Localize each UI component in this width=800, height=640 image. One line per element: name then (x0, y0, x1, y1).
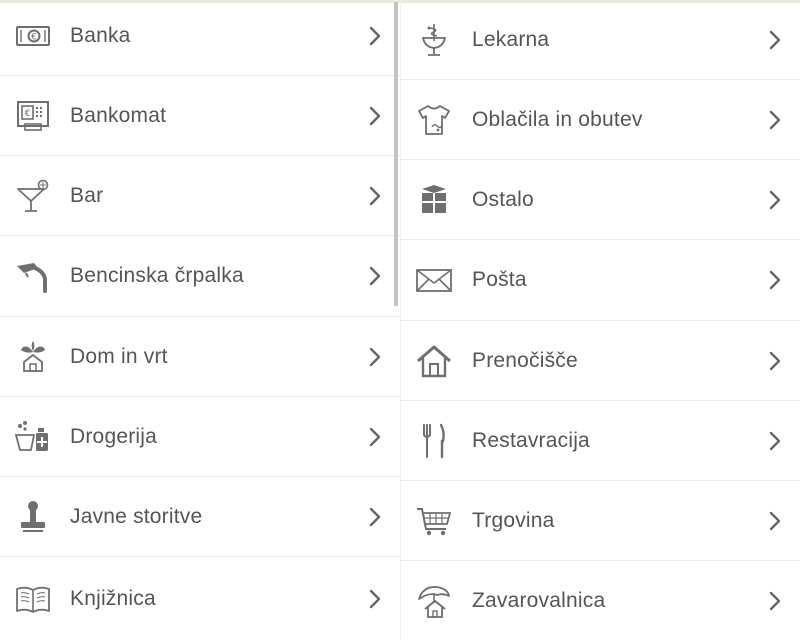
list-item-label: Trgovina (472, 508, 555, 532)
list-item-label: Oblačila in obutev (472, 107, 643, 131)
umbrella-house-icon (415, 582, 453, 620)
list-item-bankomat[interactable]: € Bankomat (0, 76, 400, 156)
cocktail-glass-icon (14, 177, 52, 215)
cosmetics-icon (14, 418, 52, 456)
chevron-right-icon (768, 510, 782, 532)
category-list-left: € Banka € Bankomat Bar Bencinska črpalka… (0, 0, 400, 640)
list-item-label: Lekarna (472, 27, 550, 51)
list-item-label: Knjižnica (70, 586, 156, 610)
list-item-label: Restavracija (472, 428, 590, 452)
house-plant-icon (14, 338, 52, 376)
svg-text:€: € (31, 32, 37, 42)
envelope-icon (415, 261, 453, 299)
banknote-icon: € (14, 17, 52, 55)
list-item-label: Ostalo (472, 187, 534, 211)
list-item-bar[interactable]: Bar (0, 156, 400, 236)
list-item-prenocisce[interactable]: Prenočišče (400, 321, 800, 401)
chevron-right-icon (768, 109, 782, 131)
chevron-right-icon (368, 506, 382, 528)
chevron-right-icon (368, 426, 382, 448)
house-icon (415, 342, 453, 380)
chevron-right-icon (368, 105, 382, 127)
chevron-right-icon (768, 590, 782, 612)
list-item-drogerija[interactable]: Drogerija (0, 397, 400, 477)
list-item-label: Drogerija (70, 424, 157, 448)
atm-icon: € (14, 97, 52, 135)
shopping-cart-icon (415, 502, 453, 540)
list-item-label: Zavarovalnica (472, 588, 606, 612)
chevron-right-icon (368, 346, 382, 368)
list-item-label: Pošta (472, 268, 527, 291)
list-item-bencinska-crpalka[interactable]: Bencinska črpalka (0, 236, 400, 317)
chevron-right-icon (768, 430, 782, 452)
chevron-right-icon (768, 350, 782, 372)
svg-text:€: € (25, 109, 31, 119)
stamp-icon (14, 498, 52, 536)
list-item-ostalo[interactable]: Ostalo (400, 160, 800, 240)
tshirt-icon (415, 101, 453, 139)
list-item-zavarovalnica[interactable]: Zavarovalnica (400, 561, 800, 640)
list-item-label: Bencinska črpalka (70, 264, 244, 287)
chevron-right-icon (768, 269, 782, 291)
fork-knife-icon (415, 422, 453, 460)
chevron-right-icon (368, 265, 382, 287)
chevron-right-icon (368, 588, 382, 610)
list-item-label: Banka (70, 23, 131, 47)
scrollbar[interactable] (394, 2, 398, 306)
list-item-label: Bar (70, 183, 104, 207)
pharmacy-icon (415, 21, 453, 59)
chevron-right-icon (768, 189, 782, 211)
list-item-lekarna[interactable]: Lekarna (400, 0, 800, 80)
list-item-trgovina[interactable]: Trgovina (400, 481, 800, 561)
chevron-right-icon (368, 185, 382, 207)
list-item-label: Bankomat (70, 103, 167, 127)
list-item-restavracija[interactable]: Restavracija (400, 401, 800, 481)
list-item-dom-in-vrt[interactable]: Dom in vrt (0, 317, 400, 397)
list-item-posta[interactable]: Pošta (400, 240, 800, 321)
list-item-label: Dom in vrt (70, 344, 168, 368)
list-item-label: Javne storitve (70, 504, 203, 528)
category-list-right: Lekarna Oblačila in obutev Ostalo Pošta … (400, 0, 800, 640)
chevron-right-icon (368, 25, 382, 47)
list-item-knjiznica[interactable]: Knjižnica (0, 557, 400, 640)
list-item-label: Prenočišče (472, 348, 578, 372)
list-item-javne-storitve[interactable]: Javne storitve (0, 477, 400, 557)
fuel-nozzle-icon (14, 257, 52, 295)
chevron-right-icon (768, 29, 782, 51)
boxes-icon (415, 181, 453, 219)
list-item-banka[interactable]: € Banka (0, 0, 400, 76)
open-book-icon (14, 580, 52, 618)
list-item-oblacila-in-obutev[interactable]: Oblačila in obutev (400, 80, 800, 160)
